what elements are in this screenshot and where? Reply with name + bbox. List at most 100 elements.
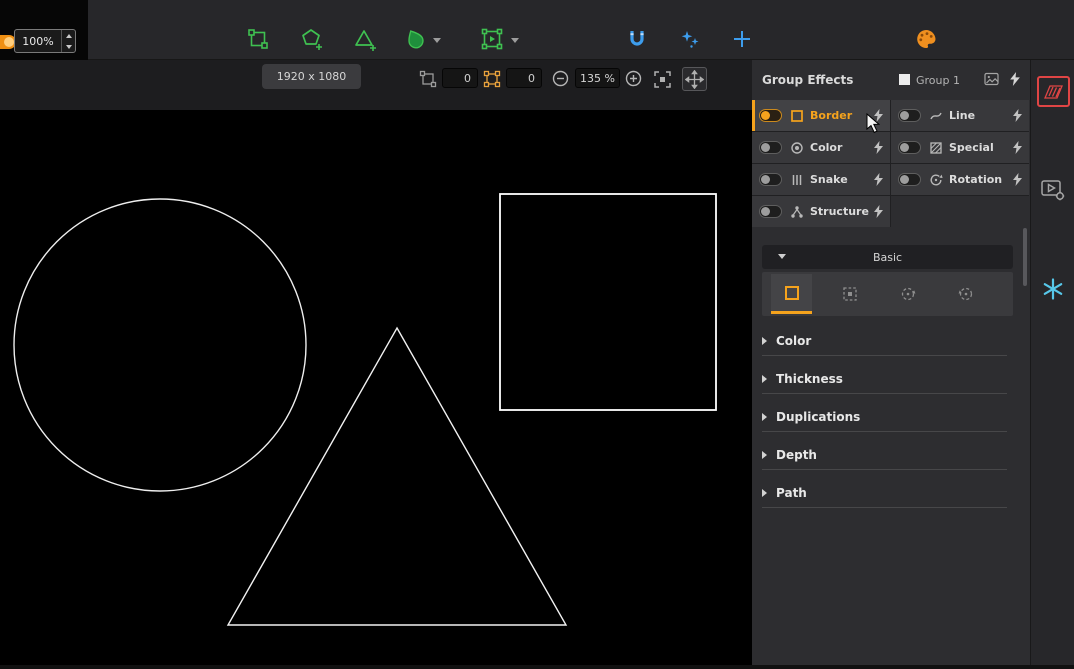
effect-cell-special[interactable]: Special <box>891 132 1029 163</box>
effect-label: Border <box>810 109 852 122</box>
sub-toolbar: 1920 x 1080 0 0 135 % <box>0 60 752 110</box>
top-toolbar: 100% <box>0 0 1074 60</box>
snake-bolt-button[interactable] <box>874 173 883 186</box>
special-bolt-button[interactable] <box>1013 141 1022 154</box>
effects-view-button[interactable] <box>1037 76 1070 107</box>
effect-cell-empty <box>891 196 1029 227</box>
fit-view-button[interactable] <box>650 67 675 91</box>
rotation-toggle[interactable] <box>898 173 921 186</box>
effect-label: Special <box>949 141 994 154</box>
section-label: Depth <box>776 448 817 462</box>
square-shape[interactable] <box>500 194 716 410</box>
chevron-down-icon <box>778 254 786 259</box>
effect-cell-snake[interactable]: Snake <box>752 164 890 195</box>
section-thickness[interactable]: Thickness <box>762 364 1007 394</box>
preset-rotate-ccw-button[interactable] <box>945 274 986 314</box>
effect-cell-structure[interactable]: Structure <box>752 196 890 227</box>
preset-square-button[interactable] <box>771 274 812 314</box>
section-depth[interactable]: Depth <box>762 440 1007 470</box>
magnet-tool-button[interactable] <box>622 26 652 56</box>
effects-panel: Group Effects Group 1 Border <box>752 60 1030 665</box>
group-name[interactable]: Group 1 <box>916 74 960 87</box>
group-transform-tool-button[interactable] <box>477 26 507 56</box>
export-image-button[interactable] <box>984 71 999 90</box>
effect-label: Rotation <box>949 173 1002 186</box>
zoom-spinner[interactable]: 100% <box>14 29 76 53</box>
rotation-bolt-button[interactable] <box>1013 173 1022 186</box>
zoom-level-display[interactable]: 135 % <box>575 68 620 88</box>
preset-duplicate-button[interactable] <box>829 274 870 314</box>
line-bolt-button[interactable] <box>1013 109 1022 122</box>
structure-toggle[interactable] <box>759 205 782 218</box>
structure-icon <box>789 205 804 219</box>
line-toggle[interactable] <box>898 109 921 122</box>
zoom-in-button[interactable] <box>624 69 642 87</box>
asterisk-icon <box>1041 277 1065 301</box>
section-label: Thickness <box>776 372 843 386</box>
hatched-layer-icon <box>1042 83 1066 101</box>
effect-label: Color <box>810 141 842 154</box>
fill-tool-button[interactable] <box>400 26 430 56</box>
transform-y-icon <box>483 70 501 92</box>
stepper-up-icon[interactable] <box>62 30 75 41</box>
add-guide-tool-button[interactable] <box>727 26 757 56</box>
snake-icon <box>789 173 804 187</box>
snake-toggle[interactable] <box>759 173 782 186</box>
border-toggle[interactable] <box>759 109 782 122</box>
sparkle-tool-button[interactable] <box>675 26 705 56</box>
app-window: 100% <box>0 0 1074 665</box>
triangle-add-icon <box>353 27 377 55</box>
effect-cell-line[interactable]: Line <box>891 100 1029 131</box>
chevron-right-icon <box>762 451 767 459</box>
render-settings-button[interactable] <box>1039 176 1067 204</box>
shape-icon <box>299 27 323 55</box>
y-value-input[interactable]: 0 <box>506 68 542 88</box>
effect-label: Snake <box>810 173 848 186</box>
effect-cell-rotation[interactable]: Rotation <box>891 164 1029 195</box>
x-value-input[interactable]: 0 <box>442 68 478 88</box>
fill-tool-caret-icon[interactable] <box>433 38 441 43</box>
preset-header-label: Basic <box>873 251 902 264</box>
section-label: Path <box>776 486 807 500</box>
color-bolt-button[interactable] <box>874 141 883 154</box>
transform-tool-button[interactable] <box>243 26 273 56</box>
color-icon <box>789 141 804 155</box>
transform-x-icon <box>419 70 437 92</box>
group-tool-caret-icon[interactable] <box>511 38 519 43</box>
border-icon <box>789 109 804 123</box>
chevron-right-icon <box>762 337 767 345</box>
player-gear-icon <box>1040 178 1066 202</box>
structure-bolt-button[interactable] <box>874 205 883 218</box>
group-transform-icon <box>480 27 504 55</box>
panel-title: Group Effects <box>762 73 853 87</box>
circle-shape[interactable] <box>14 199 306 491</box>
color-toggle[interactable] <box>759 141 782 154</box>
shape-tool-button[interactable] <box>296 26 326 56</box>
section-color[interactable]: Color <box>762 326 1007 356</box>
special-toggle[interactable] <box>898 141 921 154</box>
effects-grid: Border Line Color <box>752 100 1029 227</box>
chevron-right-icon <box>762 489 767 497</box>
palette-button[interactable] <box>911 26 941 56</box>
canvas[interactable] <box>0 110 752 665</box>
star-tool-button[interactable] <box>1040 276 1066 302</box>
section-path[interactable]: Path <box>762 478 1007 508</box>
mouse-cursor <box>866 113 884 138</box>
magnet-icon <box>626 28 648 54</box>
corner-block: 100% <box>0 0 88 60</box>
panel-scrollbar[interactable] <box>1023 228 1027 286</box>
group-bolt-button[interactable] <box>1010 71 1020 90</box>
preset-rotate-cw-button[interactable] <box>887 274 928 314</box>
plus-icon <box>732 29 752 53</box>
zoom-out-button[interactable] <box>551 69 569 87</box>
zoom-spinner-steppers[interactable] <box>61 30 75 52</box>
section-duplications[interactable]: Duplications <box>762 402 1007 432</box>
group-color-swatch[interactable] <box>899 74 910 85</box>
effect-label: Line <box>949 109 975 122</box>
palette-icon <box>915 28 937 54</box>
triangle-tool-button[interactable] <box>350 26 380 56</box>
triangle-shape[interactable] <box>228 328 566 625</box>
pan-view-button[interactable] <box>682 67 707 91</box>
basic-preset-dropdown[interactable]: Basic <box>762 245 1013 269</box>
stepper-down-icon[interactable] <box>62 41 75 52</box>
